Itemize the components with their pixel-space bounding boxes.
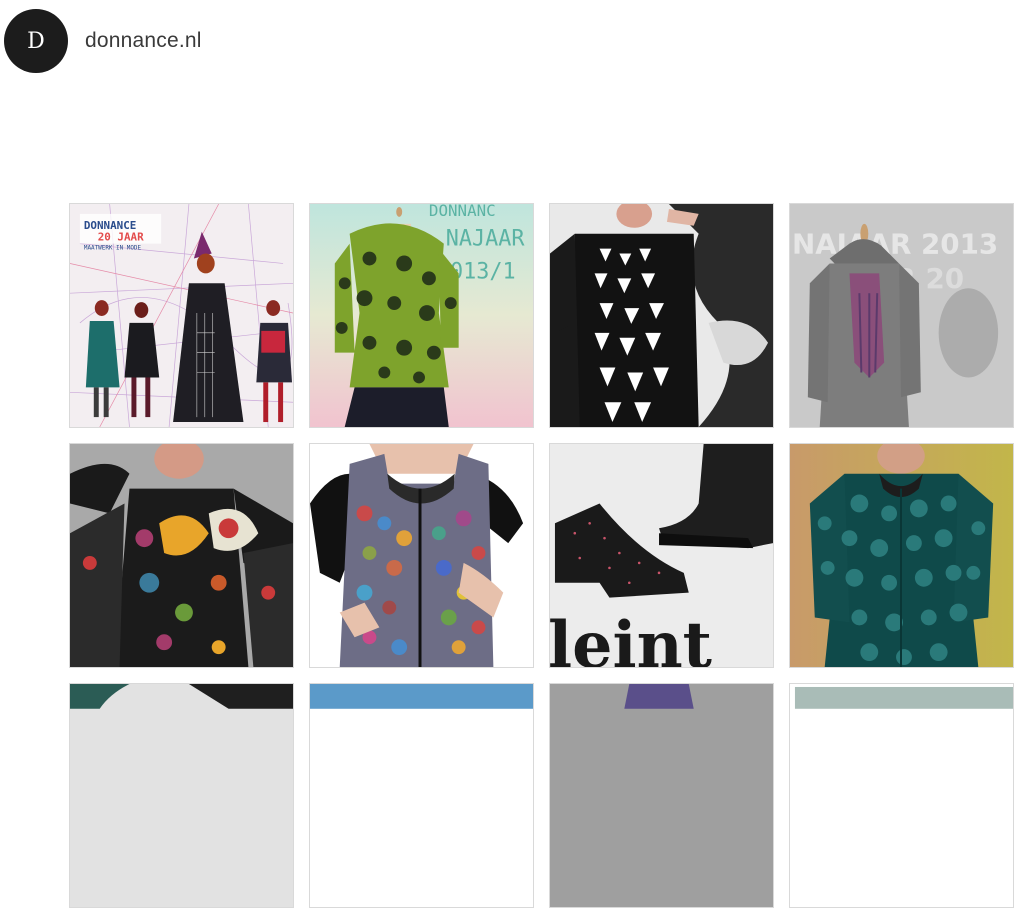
gallery-item-row3-3[interactable] (549, 683, 774, 908)
gallery-image (70, 444, 293, 667)
caption-line: NAJAAR 2013 (792, 228, 998, 261)
gallery-item-dotted-pinafore[interactable] (309, 443, 534, 668)
caption-line: MAATWERK IN MODE (84, 245, 142, 252)
gallery-image: NAJAAR 2013 AJAAR 20 (790, 204, 1013, 427)
gallery-image (70, 684, 293, 907)
avatar-letter: D (27, 28, 45, 54)
gallery-item-najaar-2013-grey[interactable]: NAJAAR 2013 AJAAR 20 (789, 203, 1014, 428)
gallery-item-row3-2[interactable] (309, 683, 534, 908)
caption-line: DONNANC (429, 204, 496, 220)
site-avatar[interactable]: D (4, 9, 68, 73)
gallery-item-triangle-dress[interactable] (549, 203, 774, 428)
gallery-item-najaar-2013-jacket[interactable]: DONNANC NAJAAR 2013/1 (309, 203, 534, 428)
gallery-image: DONNANC NAJAAR 2013/1 (310, 204, 533, 427)
site-header: D donnance.nl (4, 9, 202, 73)
caption-line: 20 JAAR (98, 231, 144, 244)
gallery-image (310, 684, 533, 907)
gallery-item-printed-dress[interactable] (69, 443, 294, 668)
gallery-image: leint (550, 444, 773, 667)
gallery-item-teal-dress[interactable] (789, 443, 1014, 668)
gallery-image (550, 204, 773, 427)
gallery-item-row3-1[interactable] (69, 683, 294, 908)
gallery-item-row3-4[interactable] (789, 683, 1014, 908)
gallery-image (790, 684, 1013, 907)
gallery-item-donnance-20-jaar[interactable]: DONNANCE 20 JAAR MAATWERK IN MODE (69, 203, 294, 428)
gallery-image (550, 684, 773, 907)
gallery-image: DONNANCE 20 JAAR MAATWERK IN MODE (70, 204, 293, 427)
site-name-link[interactable]: donnance.nl (85, 29, 202, 53)
caption-line: NAJAAR (446, 227, 526, 252)
caption-line: leint (550, 607, 712, 667)
gallery-item-boots[interactable]: leint (549, 443, 774, 668)
gallery-image (310, 444, 533, 667)
gallery-image (790, 444, 1013, 667)
